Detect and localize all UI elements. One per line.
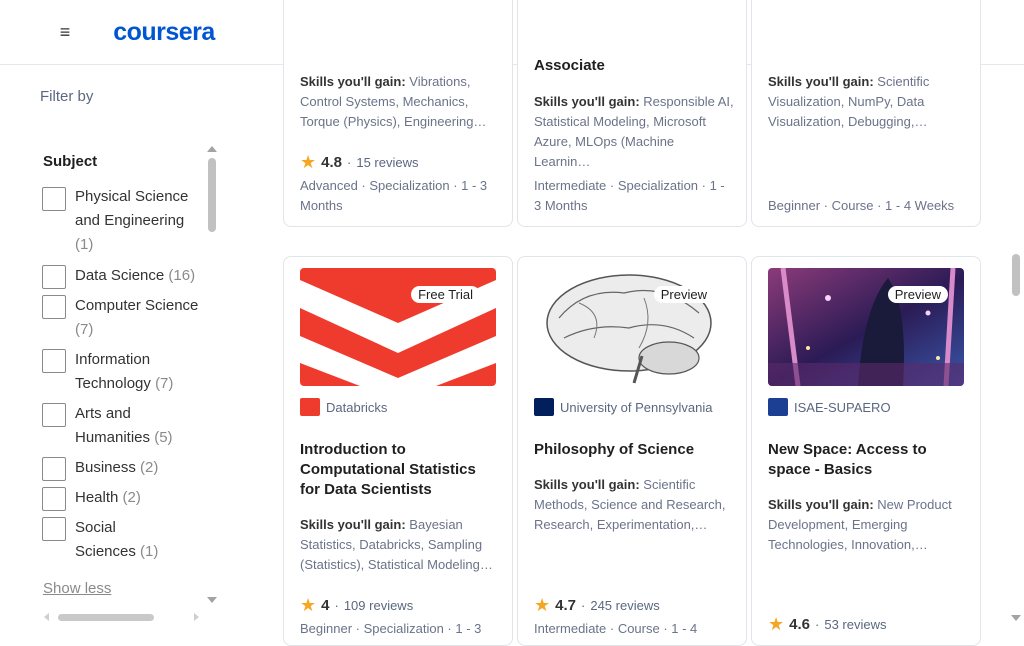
scroll-up-arrow-icon[interactable] [207,146,217,152]
preview-badge: Preview [887,286,948,303]
card-title[interactable]: Introduction to Computational Statistics… [300,440,500,500]
filter-checkbox[interactable] [42,487,66,511]
filter-count: (7) [155,375,174,392]
course-card[interactable]: Skills you'll gain: Vibrations, Control … [283,0,513,227]
partner-logo [300,398,320,416]
card-rating: ★ 4.7 · 245 reviews [534,595,660,615]
filter-label[interactable]: Physical Science and Engineering (1) [75,185,205,257]
filter-count: (5) [154,429,173,446]
filter-checkbox[interactable] [42,517,66,541]
course-card[interactable]: Associate Skills you'll gain: Responsibl… [517,0,747,227]
partner-name[interactable]: ISAE-SUPAERO [794,400,891,415]
filter-label[interactable]: Social Sciences (1) [75,516,175,564]
filter-count: (2) [122,489,141,506]
card-skills: Skills you'll gain: Vibrations, Control … [300,74,487,129]
course-image: Preview [768,268,964,386]
card-skills: Skills you'll gain: Scientific Visualiza… [768,74,930,129]
hamburger-menu-button[interactable]: ≡ [46,10,84,54]
card-title[interactable]: New Space: Access to space - Basics [768,440,968,480]
card-meta: Intermediate · Specialization · 1 - 3 Mo… [534,178,725,213]
filter-checkbox[interactable] [42,295,66,319]
card-skills: Skills you'll gain: New Product Developm… [768,497,952,552]
course-image: Preview [534,268,730,386]
filter-checkbox[interactable] [42,403,66,427]
filter-label[interactable]: Business (2) [75,456,205,480]
subject-heading: Subject [43,153,98,170]
filter-scrollbar-thumb[interactable] [208,158,216,232]
course-card[interactable]: Preview University of Pennsylvania Philo… [517,256,747,646]
partner-name[interactable]: Databricks [326,400,387,415]
filter-checkbox[interactable] [42,187,66,211]
card-rating: ★ 4.8 · 15 reviews [300,152,419,172]
coursera-logo[interactable]: coursera [84,6,244,58]
course-card[interactable]: Free Trial Databricks Introduction to Co… [283,256,513,646]
subject-filter-panel: Subject Physical Science and Engineering… [40,145,220,625]
scroll-left-arrow-icon[interactable] [44,613,49,621]
filter-label[interactable]: Health (2) [75,486,205,510]
scroll-right-arrow-icon[interactable] [194,613,199,621]
card-skills: Skills you'll gain: Bayesian Statistics,… [300,517,493,572]
page-scrollbar-thumb[interactable] [1012,254,1020,296]
filter-count: (2) [140,459,159,476]
filter-label[interactable]: Computer Science (7) [75,294,205,342]
page-scroll-down-arrow-icon[interactable] [1011,615,1021,621]
star-icon: ★ [300,595,317,615]
filter-by-heading: Filter by [40,88,94,105]
card-rating: ★ 4.6 · 53 reviews [768,614,887,634]
filter-label[interactable]: Data Science (16) [75,264,205,288]
star-icon: ★ [300,152,317,172]
partner-row: Databricks [300,397,387,417]
card-meta: Advanced · Specialization · 1 - 3 Months [300,178,488,213]
free-trial-badge: Free Trial [411,286,480,303]
filter-label[interactable]: Arts and Humanities (5) [75,402,205,450]
card-title[interactable]: Philosophy of Science [534,440,734,460]
card-skills: Skills you'll gain: Responsible AI, Stat… [534,94,734,169]
card-meta: Beginner · Specialization · 1 - 3 [300,621,482,636]
filter-checkbox[interactable] [42,457,66,481]
filter-count: (7) [75,321,94,338]
partner-row: ISAE-SUPAERO [768,397,891,417]
card-skills: Skills you'll gain: Scientific Methods, … [534,477,726,532]
filter-count: (1) [140,543,159,560]
partner-logo [534,398,554,416]
filter-horizontal-scrollbar-thumb[interactable] [58,614,154,621]
partner-row: University of Pennsylvania [534,397,712,417]
preview-badge: Preview [653,286,714,303]
card-title[interactable]: Associate [534,56,734,76]
course-image: Free Trial [300,268,496,386]
card-rating: ★ 4 · 109 reviews [300,595,414,615]
hamburger-icon: ≡ [59,21,71,42]
partner-name[interactable]: University of Pennsylvania [560,400,712,415]
show-less-link[interactable]: Show less [43,580,111,597]
course-card[interactable]: Skills you'll gain: Scientific Visualiza… [751,0,981,227]
filter-checkbox[interactable] [42,349,66,373]
star-icon: ★ [534,595,551,615]
filter-count: (1) [75,236,94,253]
partner-logo [768,398,788,416]
filter-label[interactable]: Information Technology (7) [75,348,205,396]
scroll-down-arrow-icon[interactable] [207,597,217,603]
card-meta: Intermediate · Course · 1 - 4 [534,621,698,636]
star-icon: ★ [768,614,785,634]
filter-checkbox[interactable] [42,265,66,289]
course-card[interactable]: Preview ISAE-SUPAERO New Space: Access t… [751,256,981,646]
filter-count: (16) [168,267,196,284]
card-meta: Beginner · Course · 1 - 4 Weeks [768,198,955,213]
